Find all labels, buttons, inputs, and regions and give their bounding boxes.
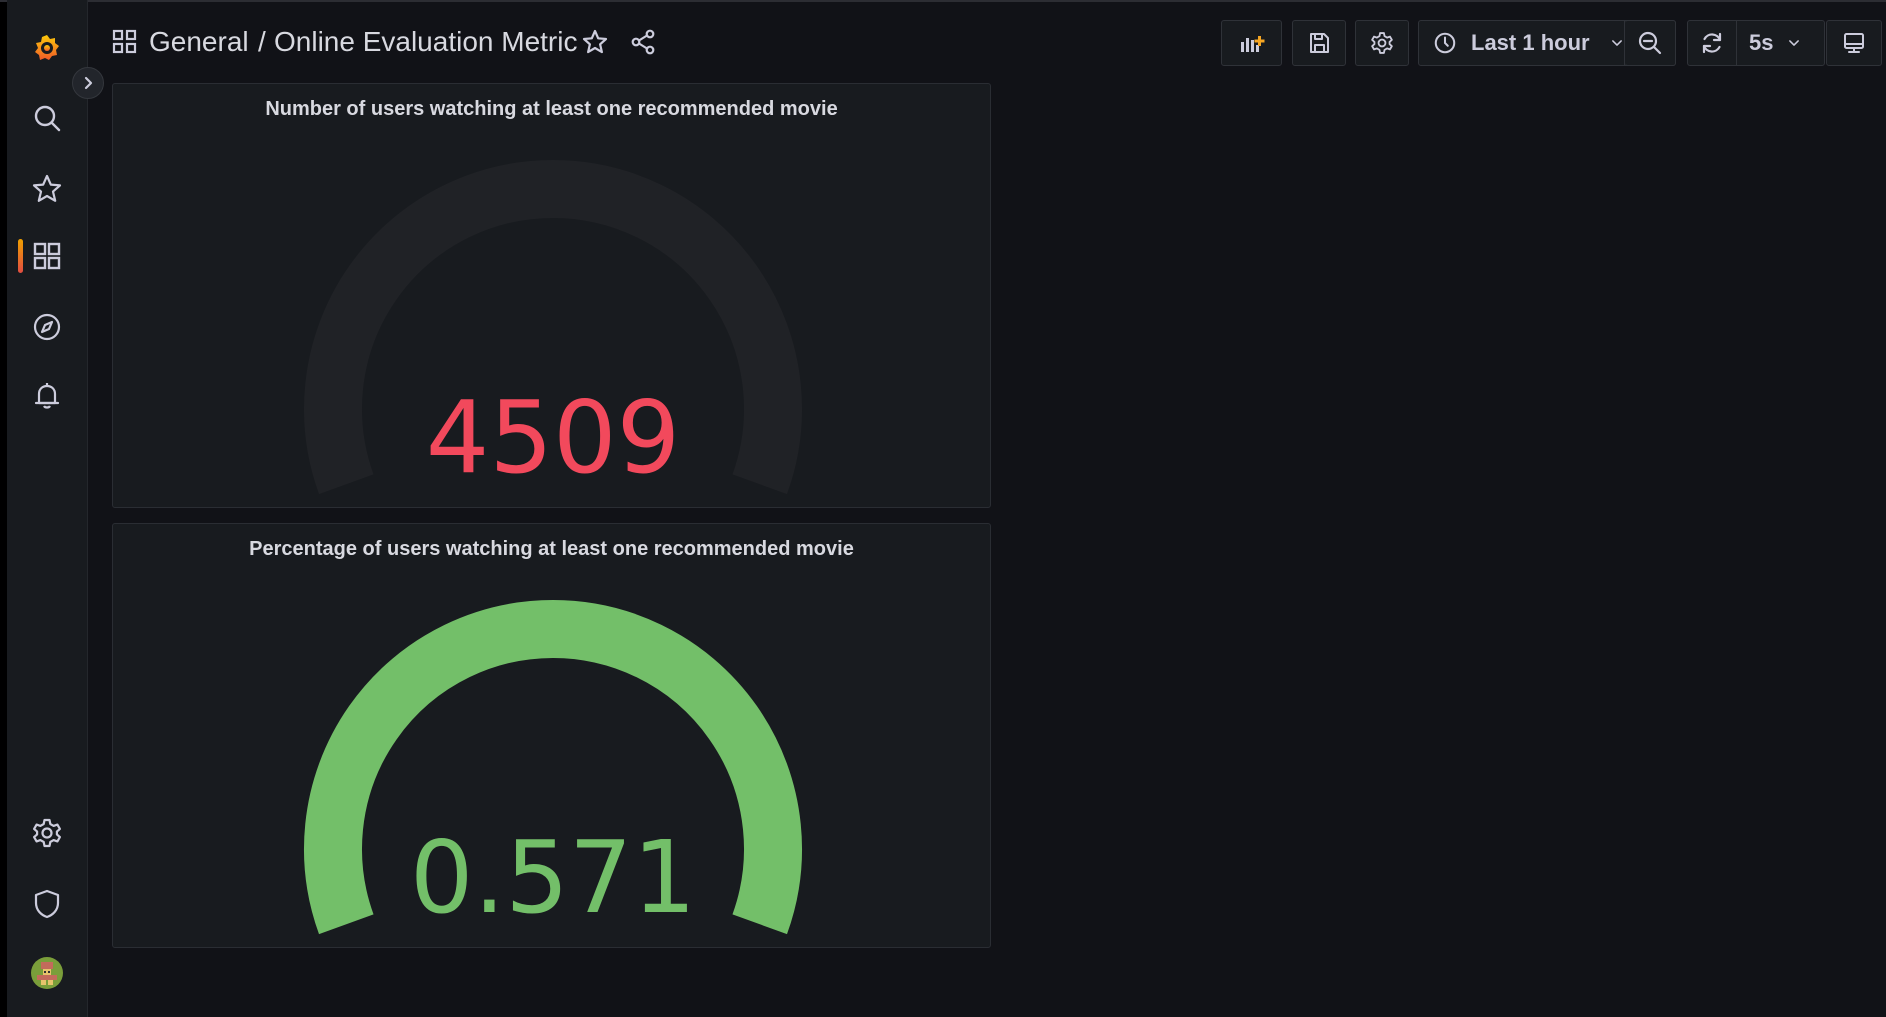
dashboard-settings-button[interactable] [1355, 20, 1409, 66]
breadcrumb-separator: / [258, 26, 266, 57]
gauge-panel[interactable]: Number of users watching at least one re… [112, 83, 991, 508]
shield-icon[interactable] [7, 876, 87, 932]
star-icon [582, 29, 608, 54]
add-panel-button[interactable] [1221, 20, 1282, 66]
add-panel-icon [1240, 36, 1264, 52]
sidebar [7, 0, 88, 1017]
explore-icon[interactable] [7, 299, 87, 355]
configuration-icon[interactable] [7, 805, 87, 861]
chevron-down-icon [1611, 40, 1622, 46]
refresh-interval-label[interactable]: 5s [1749, 30, 1773, 56]
gauge-panel[interactable]: Percentage of users watching at least on… [112, 523, 991, 948]
breadcrumb-folder-link[interactable]: General [149, 22, 249, 62]
gauge-value: 4509 [426, 379, 681, 496]
refresh-button[interactable] [1688, 21, 1737, 65]
grafana-logo-icon[interactable] [7, 20, 87, 76]
search-icon[interactable] [7, 90, 87, 146]
gauge-chart: 4509 [304, 160, 802, 496]
user-avatar-icon[interactable] [7, 945, 87, 1001]
time-range-label: Last 1 hour [1471, 30, 1590, 55]
mark-favorite-button[interactable] [579, 26, 611, 58]
dashboards-icon[interactable] [7, 228, 87, 284]
grafana-app: General / Online Evaluation Metric Last … [0, 0, 1886, 1017]
expand-sidebar-button[interactable] [72, 67, 104, 99]
zoom-out-icon [1638, 31, 1662, 55]
clock-icon [1434, 32, 1456, 54]
refresh-picker[interactable]: 5s [1687, 20, 1825, 66]
share-icon [631, 29, 655, 55]
refresh-icon [1702, 32, 1722, 54]
share-dashboard-button[interactable] [627, 26, 659, 58]
dashboard-topbar: General / Online Evaluation Metric Last … [88, 0, 1886, 84]
star-icon[interactable] [7, 161, 87, 217]
zoom-out-button[interactable] [1625, 20, 1676, 66]
save-dashboard-button[interactable] [1292, 20, 1346, 66]
dashboard-title: Online Evaluation Metric [274, 26, 578, 57]
tv-mode-button[interactable] [1826, 20, 1882, 66]
tv-mode-icon [1844, 33, 1864, 53]
gauge-chart: 0.571 [304, 600, 802, 936]
chevron-down-icon [1789, 40, 1800, 46]
save-icon [1310, 33, 1329, 53]
gauge-value: 0.571 [410, 819, 696, 936]
window-edge [0, 0, 7, 1017]
alerting-icon[interactable] [7, 368, 87, 424]
dashboard-grid-icon [112, 29, 137, 54]
chevron-right-icon [84, 76, 93, 90]
settings-icon [1371, 32, 1393, 54]
